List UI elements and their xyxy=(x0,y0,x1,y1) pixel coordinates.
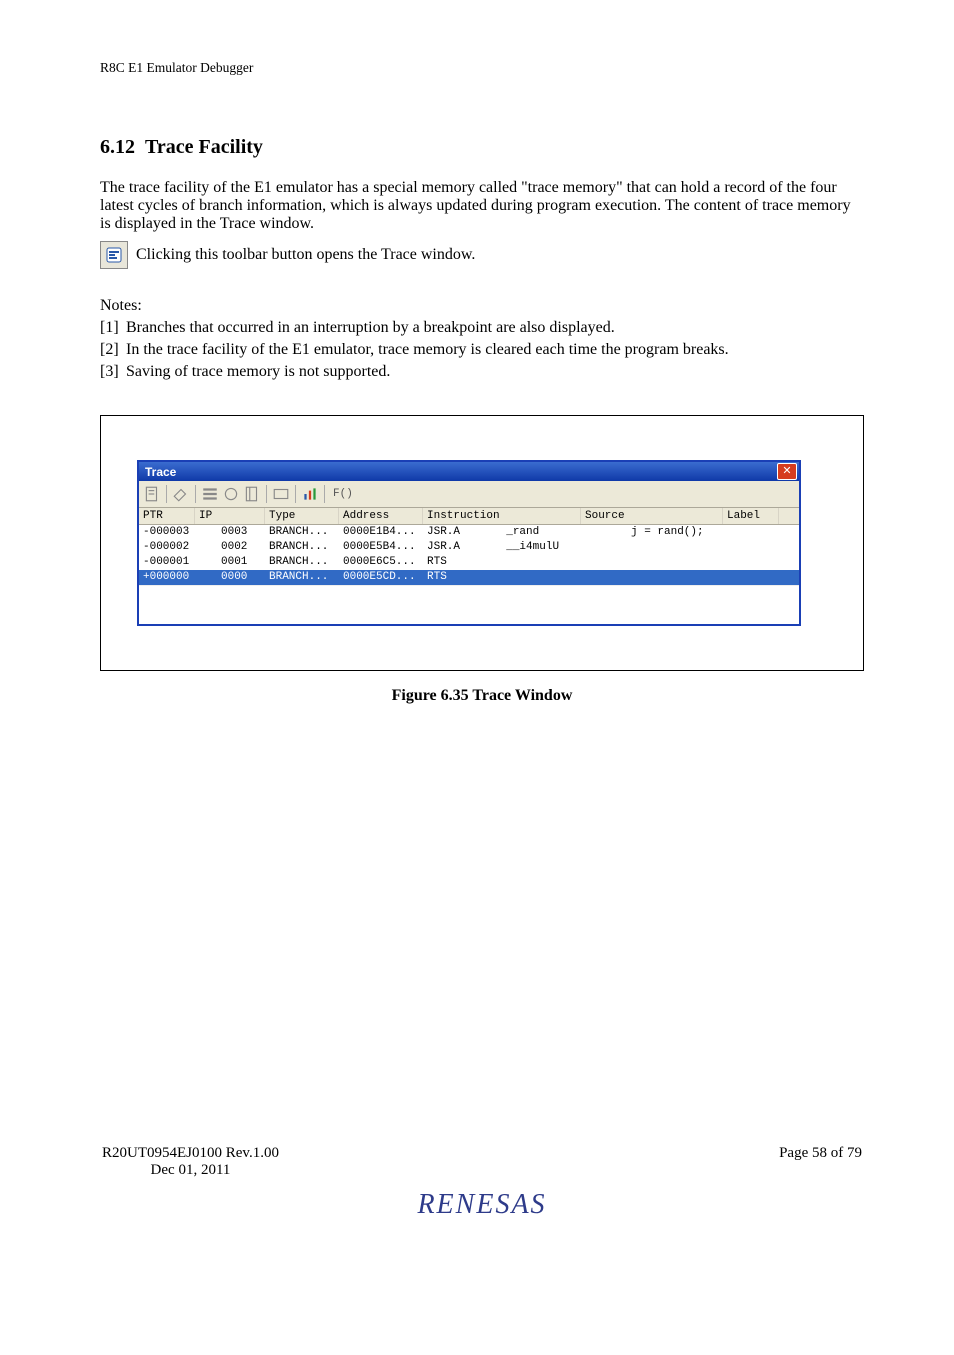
intro-paragraph-1: The trace facility of the E1 emulator ha… xyxy=(100,179,864,233)
renesas-logo: RENESAS xyxy=(100,1189,864,1221)
cell-ptr: -000002 xyxy=(139,540,195,555)
cell-source xyxy=(581,540,723,555)
note-text: Branches that occurred in an interruptio… xyxy=(126,319,615,337)
trace-window: Trace ✕ xyxy=(137,460,801,626)
footer-doc-code: R20UT0954EJ0100 Rev.1.00 xyxy=(102,1145,279,1162)
toolbar-icon-doc[interactable] xyxy=(143,485,161,503)
cell-type: BRANCH... xyxy=(265,570,339,585)
cell-address: 0000E1B4... xyxy=(339,525,423,540)
note-item: [1] Branches that occurred in an interru… xyxy=(100,319,864,337)
cell-address: 0000E5CD... xyxy=(339,570,423,585)
toolbar-separator xyxy=(166,485,167,503)
section-number: 6.12 xyxy=(100,136,135,158)
toolbar-icon-card[interactable] xyxy=(272,485,290,503)
cell-ptr: -000003 xyxy=(139,525,195,540)
column-header-address[interactable]: Address xyxy=(339,508,423,524)
table-row[interactable]: -000003 0003 BRANCH... 0000E1B4... JSR.A… xyxy=(139,525,799,540)
cell-ptr: -000001 xyxy=(139,555,195,570)
note-item: [3] Saving of trace memory is not suppor… xyxy=(100,363,864,381)
note-text: Saving of trace memory is not supported. xyxy=(126,363,390,381)
toolbar-icon-eraser[interactable] xyxy=(172,485,190,503)
cell-ptr: +000000 xyxy=(139,570,195,585)
table-row-selected[interactable]: +000000 0000 BRANCH... 0000E5CD... RTS xyxy=(139,570,799,585)
note-text: In the trace facility of the E1 emulator… xyxy=(126,341,729,359)
instr-operand: __i4mulU xyxy=(506,541,559,553)
toolbar-func-label[interactable]: F() xyxy=(330,488,356,500)
figure-frame: Trace ✕ xyxy=(100,415,864,671)
column-header-instruction[interactable]: Instruction xyxy=(423,508,581,524)
instr-mnemonic: RTS xyxy=(427,556,447,568)
figure-caption: Figure 6.35 Trace Window xyxy=(100,687,864,705)
column-header-type[interactable]: Type xyxy=(265,508,339,524)
column-header-ip[interactable]: IP xyxy=(195,508,265,524)
cell-label xyxy=(723,555,779,570)
note-item: [2] In the trace facility of the E1 emul… xyxy=(100,341,864,359)
toolbar-icon-props[interactable] xyxy=(243,485,261,503)
instr-mnemonic: RTS xyxy=(427,571,447,583)
cell-source: j = rand(); xyxy=(581,525,723,540)
trace-blank-area xyxy=(139,585,799,624)
trace-titlebar[interactable]: Trace ✕ xyxy=(139,462,799,481)
notes-label: Notes: xyxy=(100,297,864,315)
instr-mnemonic: JSR.A xyxy=(427,526,460,538)
cell-ip: 0000 xyxy=(195,570,265,585)
cell-type: BRANCH... xyxy=(265,555,339,570)
cell-label xyxy=(723,540,779,555)
toolbar-separator xyxy=(266,485,267,503)
trace-toolbar: F() xyxy=(139,481,799,508)
note-number: [3] xyxy=(100,363,126,381)
table-row[interactable]: -000001 0001 BRANCH... 0000E6C5... RTS xyxy=(139,555,799,570)
toolbar-separator xyxy=(295,485,296,503)
cell-instruction: JSR.A _rand xyxy=(423,525,581,540)
page-footer: R20UT0954EJ0100 Rev.1.00 Dec 01, 2011 Pa… xyxy=(100,1145,864,1221)
doc-header: R8C E1 Emulator Debugger xyxy=(100,60,864,76)
trace-toolbar-button-icon xyxy=(100,241,128,269)
cell-address: 0000E6C5... xyxy=(339,555,423,570)
instr-operand: _rand xyxy=(506,526,539,538)
table-row[interactable]: -000002 0002 BRANCH... 0000E5B4... JSR.A… xyxy=(139,540,799,555)
note-number: [2] xyxy=(100,341,126,359)
cell-type: BRANCH... xyxy=(265,525,339,540)
section-name: Trace Facility xyxy=(145,136,263,158)
trace-table-header: PTR IP Type Address Instruction Source L… xyxy=(139,508,799,525)
column-header-source[interactable]: Source xyxy=(581,508,723,524)
column-header-label[interactable]: Label xyxy=(723,508,779,524)
column-header-ptr[interactable]: PTR xyxy=(139,508,195,524)
section-title: 6.12 Trace Facility xyxy=(100,136,864,159)
intro-paragraph-2: Clicking this toolbar button opens the T… xyxy=(136,246,475,264)
instr-mnemonic: JSR.A xyxy=(427,541,460,553)
footer-date: Dec 01, 2011 xyxy=(102,1162,279,1179)
cell-source xyxy=(581,555,723,570)
cell-ip: 0002 xyxy=(195,540,265,555)
cell-type: BRANCH... xyxy=(265,540,339,555)
cell-instruction: RTS xyxy=(423,555,581,570)
cell-label xyxy=(723,570,779,585)
trace-table-body: -000003 0003 BRANCH... 0000E1B4... JSR.A… xyxy=(139,525,799,624)
cell-address: 0000E5B4... xyxy=(339,540,423,555)
cell-source xyxy=(581,570,723,585)
trace-window-title: Trace xyxy=(141,465,176,479)
cell-instruction: RTS xyxy=(423,570,581,585)
cell-label xyxy=(723,525,779,540)
toolbar-separator xyxy=(324,485,325,503)
toolbar-icon-list[interactable] xyxy=(201,485,219,503)
toolbar-separator xyxy=(195,485,196,503)
footer-page-number: Page 58 of 79 xyxy=(779,1145,862,1179)
cell-ip: 0001 xyxy=(195,555,265,570)
cell-ip: 0003 xyxy=(195,525,265,540)
cell-instruction: JSR.A __i4mulU xyxy=(423,540,581,555)
toolbar-icon-chart[interactable] xyxy=(301,485,319,503)
toolbar-icon-stop[interactable] xyxy=(222,485,240,503)
close-icon[interactable]: ✕ xyxy=(777,463,797,480)
note-number: [1] xyxy=(100,319,126,337)
